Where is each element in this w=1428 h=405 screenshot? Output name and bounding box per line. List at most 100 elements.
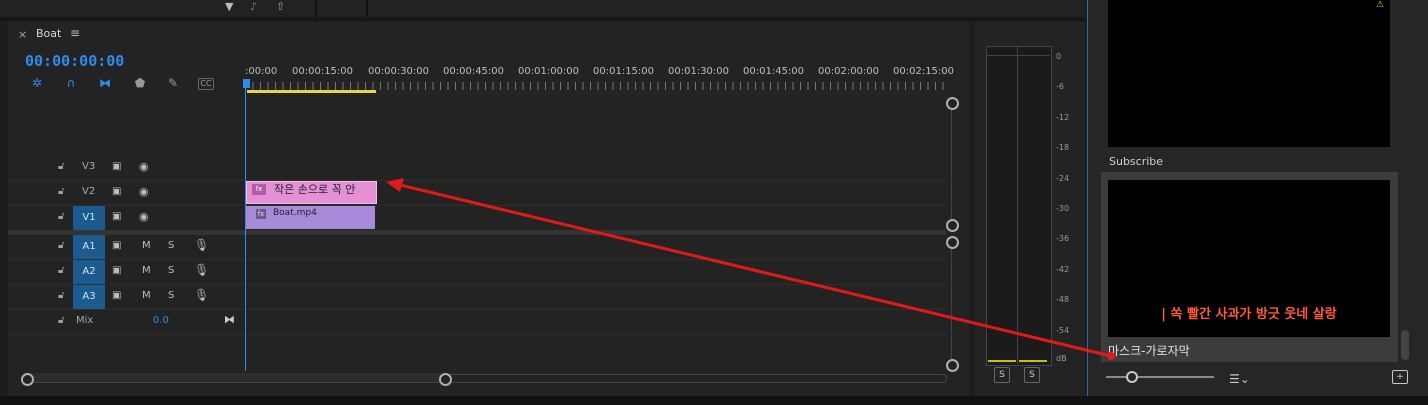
playhead-timecode[interactable]: 00:00:00:00 bbox=[25, 52, 124, 70]
lock-icon[interactable]: 🔓︎ bbox=[58, 211, 64, 222]
fx-badge: fx bbox=[256, 209, 266, 219]
solo-button[interactable]: S bbox=[168, 265, 174, 276]
video-clip-label: Boat.mp4 bbox=[273, 208, 317, 218]
video-scroll-handle-top[interactable] bbox=[946, 97, 959, 110]
track-name[interactable]: V3 bbox=[82, 161, 95, 172]
mute-button[interactable]: M bbox=[142, 240, 151, 251]
mic-icon[interactable]: 🎙︎ bbox=[194, 263, 209, 277]
zoom-handle-right[interactable] bbox=[439, 373, 452, 386]
mic-icon[interactable]: 🎙︎ bbox=[194, 238, 209, 252]
wrench-icon[interactable]: ✎ bbox=[165, 76, 181, 90]
magnet-icon[interactable]: ∩ bbox=[63, 76, 79, 90]
ruler-label: 00:02:15:00 bbox=[893, 66, 955, 77]
zoom-scroll-thumb[interactable] bbox=[27, 373, 445, 382]
sync-film-icon[interactable]: ▣ bbox=[112, 186, 121, 197]
ruler-label: 00:01:45:00 bbox=[743, 66, 805, 77]
db-label: -30 bbox=[1056, 204, 1070, 213]
lock-icon[interactable]: 🔓︎ bbox=[58, 315, 64, 326]
sequence-menu-icon[interactable]: ≡ bbox=[70, 26, 80, 40]
sort-menu-icon[interactable]: ☰⌄ bbox=[1229, 372, 1250, 386]
track-header-a2: 🔓︎ A2 ▣ M S 🎙︎ bbox=[8, 260, 245, 284]
db-label: -18 bbox=[1056, 143, 1070, 152]
ruler-label: 00:01:15:00 bbox=[593, 66, 655, 77]
video-scroll-handle-bottom[interactable] bbox=[946, 219, 959, 232]
mix-panel-toggle-icon[interactable]: ⧓ bbox=[224, 313, 235, 326]
new-item-icon[interactable]: + bbox=[1392, 370, 1408, 384]
track-target-a1[interactable]: A1 bbox=[73, 235, 105, 259]
lock-icon[interactable]: 🔓︎ bbox=[58, 290, 64, 301]
db-label: 0 bbox=[1056, 52, 1062, 61]
track-name[interactable]: V2 bbox=[82, 186, 95, 197]
meter-peak-line bbox=[986, 55, 1050, 56]
solo-left-button[interactable]: S bbox=[994, 367, 1010, 383]
thumbnail-size-knob[interactable] bbox=[1126, 371, 1138, 383]
snap-icon[interactable]: ✲ bbox=[29, 76, 45, 90]
lock-icon[interactable]: 🔓︎ bbox=[58, 265, 64, 276]
sync-film-icon[interactable]: ▣ bbox=[112, 265, 121, 276]
mic-icon[interactable]: 🎙︎ bbox=[194, 288, 209, 302]
ruler-label: :00:00 bbox=[245, 66, 278, 77]
thumbnail-size-slider[interactable] bbox=[1106, 376, 1214, 378]
mix-label: Mix bbox=[76, 315, 94, 326]
ruler-label: 00:01:00:00 bbox=[518, 66, 580, 77]
captions-icon[interactable]: CC bbox=[198, 78, 214, 90]
db-unit-label: dB bbox=[1056, 354, 1067, 363]
solo-button[interactable]: S bbox=[168, 290, 174, 301]
eye-icon[interactable]: ◉ bbox=[139, 185, 149, 198]
sequence-tab-title[interactable]: Boat bbox=[36, 27, 61, 40]
solo-button[interactable]: S bbox=[168, 240, 174, 251]
sync-film-icon[interactable]: ▣ bbox=[112, 211, 121, 222]
zoom-handle-left[interactable] bbox=[21, 373, 34, 386]
lock-icon[interactable]: 🔓︎ bbox=[58, 161, 64, 172]
mute-button[interactable]: M bbox=[142, 265, 151, 276]
solo-right-button[interactable]: S bbox=[1024, 367, 1040, 383]
toolbar-separator bbox=[315, 0, 317, 17]
eye-icon[interactable]: ◉ bbox=[139, 160, 149, 173]
text-clip-label: 작은 손으로 꼭 안 bbox=[274, 183, 356, 196]
mute-button[interactable]: M bbox=[142, 290, 151, 301]
track-target-a3[interactable]: A3 bbox=[73, 285, 105, 309]
project-panel-scrollbar[interactable] bbox=[1401, 330, 1409, 360]
ruler-ticks bbox=[245, 82, 945, 90]
ruler-label: 00:01:30:00 bbox=[668, 66, 730, 77]
playhead-line bbox=[245, 88, 246, 371]
db-label: -12 bbox=[1056, 113, 1070, 122]
media-thumbnail-subscribe[interactable] bbox=[1108, 0, 1390, 147]
track-target-v1[interactable]: V1 bbox=[73, 206, 105, 230]
audio-scroll-handle-bottom[interactable] bbox=[946, 359, 959, 372]
eye-icon[interactable]: ◉ bbox=[139, 210, 149, 223]
track-header-v2: 🔓︎ V2 ▣ ◉ bbox=[8, 181, 245, 205]
marker-icon[interactable]: ⬟ bbox=[132, 76, 148, 90]
meter-level-left bbox=[988, 360, 1016, 362]
sync-film-icon[interactable]: ▣ bbox=[112, 240, 121, 251]
db-label: -36 bbox=[1056, 234, 1070, 243]
meter-level-right bbox=[1019, 360, 1047, 362]
ruler-label: 00:00:15:00 bbox=[292, 66, 354, 77]
close-sequence-icon[interactable]: × bbox=[18, 28, 27, 41]
panel-gap bbox=[0, 17, 1085, 21]
mix-volume-value[interactable]: 0.0 bbox=[153, 315, 169, 326]
sync-film-icon[interactable]: ▣ bbox=[112, 290, 121, 301]
linked-selection-icon[interactable]: ⧓ bbox=[97, 76, 113, 90]
ruler-label: 00:00:45:00 bbox=[443, 66, 505, 77]
meter-channel-divider bbox=[1017, 46, 1018, 364]
db-label: -54 bbox=[1056, 326, 1070, 335]
work-area-bar[interactable] bbox=[247, 90, 376, 93]
audio-meter-bars bbox=[986, 46, 1052, 366]
export-icon[interactable]: ⇧ bbox=[276, 0, 285, 13]
lock-icon[interactable]: 🔓︎ bbox=[58, 240, 64, 251]
audio-icon[interactable]: ♪ bbox=[250, 0, 257, 13]
lock-icon[interactable]: 🔓︎ bbox=[58, 186, 64, 197]
db-label: -24 bbox=[1056, 174, 1070, 183]
fx-badge: fx bbox=[252, 184, 266, 195]
track-header-mix: 🔓︎ Mix 0.0 ⧓ bbox=[8, 310, 245, 334]
playhead-handle[interactable] bbox=[243, 79, 250, 88]
sync-film-icon[interactable]: ▣ bbox=[112, 161, 121, 172]
warning-icon: ⚠ bbox=[1376, 0, 1385, 10]
media-item-label[interactable]: 마스크-가로자막 bbox=[1108, 342, 1190, 359]
audio-scroll-handle-top[interactable] bbox=[946, 236, 959, 249]
track-header-a1: 🔓︎ A1 ▣ M S 🎙︎ bbox=[8, 235, 245, 259]
track-target-a2[interactable]: A2 bbox=[73, 260, 105, 284]
media-item-label[interactable]: Subscribe bbox=[1109, 155, 1163, 168]
filter-icon[interactable]: ▼ bbox=[225, 0, 233, 13]
